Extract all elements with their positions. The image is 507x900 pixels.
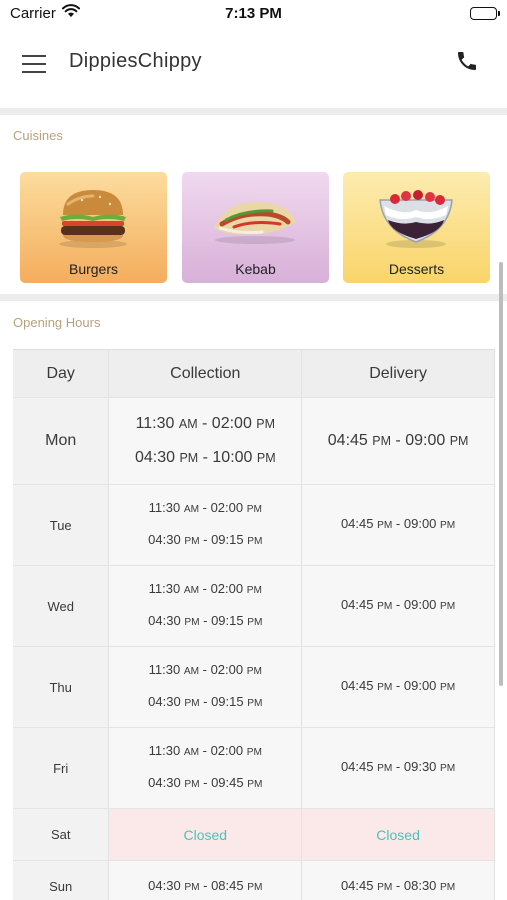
- time-range: 04:45 PM - 09:00 PM: [327, 432, 469, 449]
- collection-cell: 11:30 AM - 02:00 PM 04:30 PM - 09:45 PM: [108, 727, 303, 809]
- table-row: Sun 04:30 PM - 08:45 PM 04:45 PM - 08:30…: [13, 860, 495, 900]
- hamburger-menu-icon[interactable]: [22, 50, 48, 76]
- time-range: 04:45 PM - 08:30 PM: [340, 877, 456, 893]
- page-title: DippiesChippy: [69, 50, 202, 72]
- delivery-cell: 04:45 PM - 08:30 PM: [301, 860, 495, 900]
- phone-icon[interactable]: [455, 49, 481, 75]
- time-range: 04:45 PM - 09:30 PM: [340, 759, 456, 774]
- divider: [0, 108, 507, 115]
- scrollbar[interactable]: [499, 262, 503, 686]
- delivery-cell: 04:45 PM - 09:00 PM: [301, 646, 495, 728]
- kebab-icon: [214, 201, 296, 244]
- cuisine-label: Desserts: [388, 261, 445, 277]
- collection-cell: 11:30 AM - 02:00 PM 04:30 PM - 09:15 PM: [108, 565, 303, 647]
- time-range: 04:45 PM - 09:00 PM: [340, 597, 456, 612]
- time-range: 11:30 AM - 02:00 PM: [148, 500, 262, 515]
- table-row: Sat Closed Closed: [13, 808, 495, 861]
- closed-label: Closed: [301, 808, 495, 861]
- day-cell: Tue: [13, 484, 110, 566]
- column-header-day: Day: [13, 349, 110, 398]
- battery-icon: [470, 7, 500, 20]
- day-cell: Sat: [13, 808, 110, 861]
- clock: 7:13 PM: [225, 5, 282, 22]
- time-range: 04:30 PM - 09:45 PM: [148, 775, 263, 790]
- cuisine-card-desserts[interactable]: Desserts: [343, 172, 490, 283]
- delivery-cell: 04:45 PM - 09:30 PM: [301, 727, 495, 809]
- time-range: 04:30 PM - 09:15 PM: [148, 694, 263, 709]
- time-range: 11:30 AM - 02:00 PM: [148, 581, 262, 596]
- collection-cell: 11:30 AM - 02:00 PM 04:30 PM - 10:00 PM: [108, 397, 303, 485]
- time-range: 04:45 PM - 09:00 PM: [340, 516, 456, 531]
- table-row: Thu 11:30 AM - 02:00 PM 04:30 PM - 09:15…: [13, 646, 495, 728]
- time-range: 11:30 AM - 02:00 PM: [148, 662, 262, 677]
- cuisine-label: Burgers: [68, 261, 119, 277]
- cuisine-card-burgers[interactable]: Burgers: [20, 172, 167, 283]
- table-row: Mon 11:30 AM - 02:00 PM 04:30 PM - 10:00…: [13, 397, 495, 485]
- dessert-icon: [379, 190, 453, 248]
- time-range: 11:30 AM - 02:00 PM: [148, 743, 262, 758]
- opening-hours-heading: Opening Hours: [13, 315, 101, 330]
- collection-cell: 11:30 AM - 02:00 PM 04:30 PM - 09:15 PM: [108, 646, 303, 728]
- delivery-cell: 04:45 PM - 09:00 PM: [301, 397, 495, 485]
- cuisines-heading: Cuisines: [13, 128, 63, 143]
- column-header-collection: Collection: [108, 349, 303, 398]
- table-row: Tue 11:30 AM - 02:00 PM 04:30 PM - 09:15…: [13, 484, 495, 566]
- day-cell: Fri: [13, 727, 110, 809]
- time-range: 04:30 PM - 09:15 PM: [148, 613, 263, 628]
- delivery-cell: 04:45 PM - 09:00 PM: [301, 565, 495, 647]
- burger-icon: [59, 190, 127, 248]
- cuisine-label: Kebab: [235, 261, 276, 277]
- column-header-delivery: Delivery: [301, 349, 495, 398]
- time-range: 04:45 PM - 09:00 PM: [340, 678, 456, 693]
- status-bar: Carrier 7:13 PM: [0, 0, 507, 28]
- table-row: Fri 11:30 AM - 02:00 PM 04:30 PM - 09:45…: [13, 727, 495, 809]
- collection-cell: 04:30 PM - 08:45 PM: [108, 860, 303, 900]
- day-cell: Wed: [13, 565, 110, 647]
- day-cell: Mon: [13, 397, 110, 485]
- time-range: 04:30 PM - 10:00 PM: [134, 449, 276, 466]
- opening-hours-table: Day Collection Delivery Mon 11:30 AM - 0…: [13, 349, 495, 900]
- collection-cell: 11:30 AM - 02:00 PM 04:30 PM - 09:15 PM: [108, 484, 303, 566]
- app-header: DippiesChippy: [0, 28, 507, 108]
- cuisine-list: Burgers Kebab Desserts: [20, 172, 492, 284]
- closed-label: Closed: [108, 808, 303, 861]
- divider: [0, 294, 507, 301]
- time-range: 04:30 PM - 08:45 PM: [148, 877, 263, 893]
- table-row: Wed 11:30 AM - 02:00 PM 04:30 PM - 09:15…: [13, 565, 495, 647]
- table-header-row: Day Collection Delivery: [13, 349, 495, 398]
- day-cell: Thu: [13, 646, 110, 728]
- delivery-cell: 04:45 PM - 09:00 PM: [301, 484, 495, 566]
- time-range: 04:30 PM - 09:15 PM: [148, 532, 263, 547]
- day-cell: Sun: [13, 860, 110, 900]
- time-range: 11:30 AM - 02:00 PM: [135, 415, 275, 432]
- cuisine-card-kebab[interactable]: Kebab: [182, 172, 329, 283]
